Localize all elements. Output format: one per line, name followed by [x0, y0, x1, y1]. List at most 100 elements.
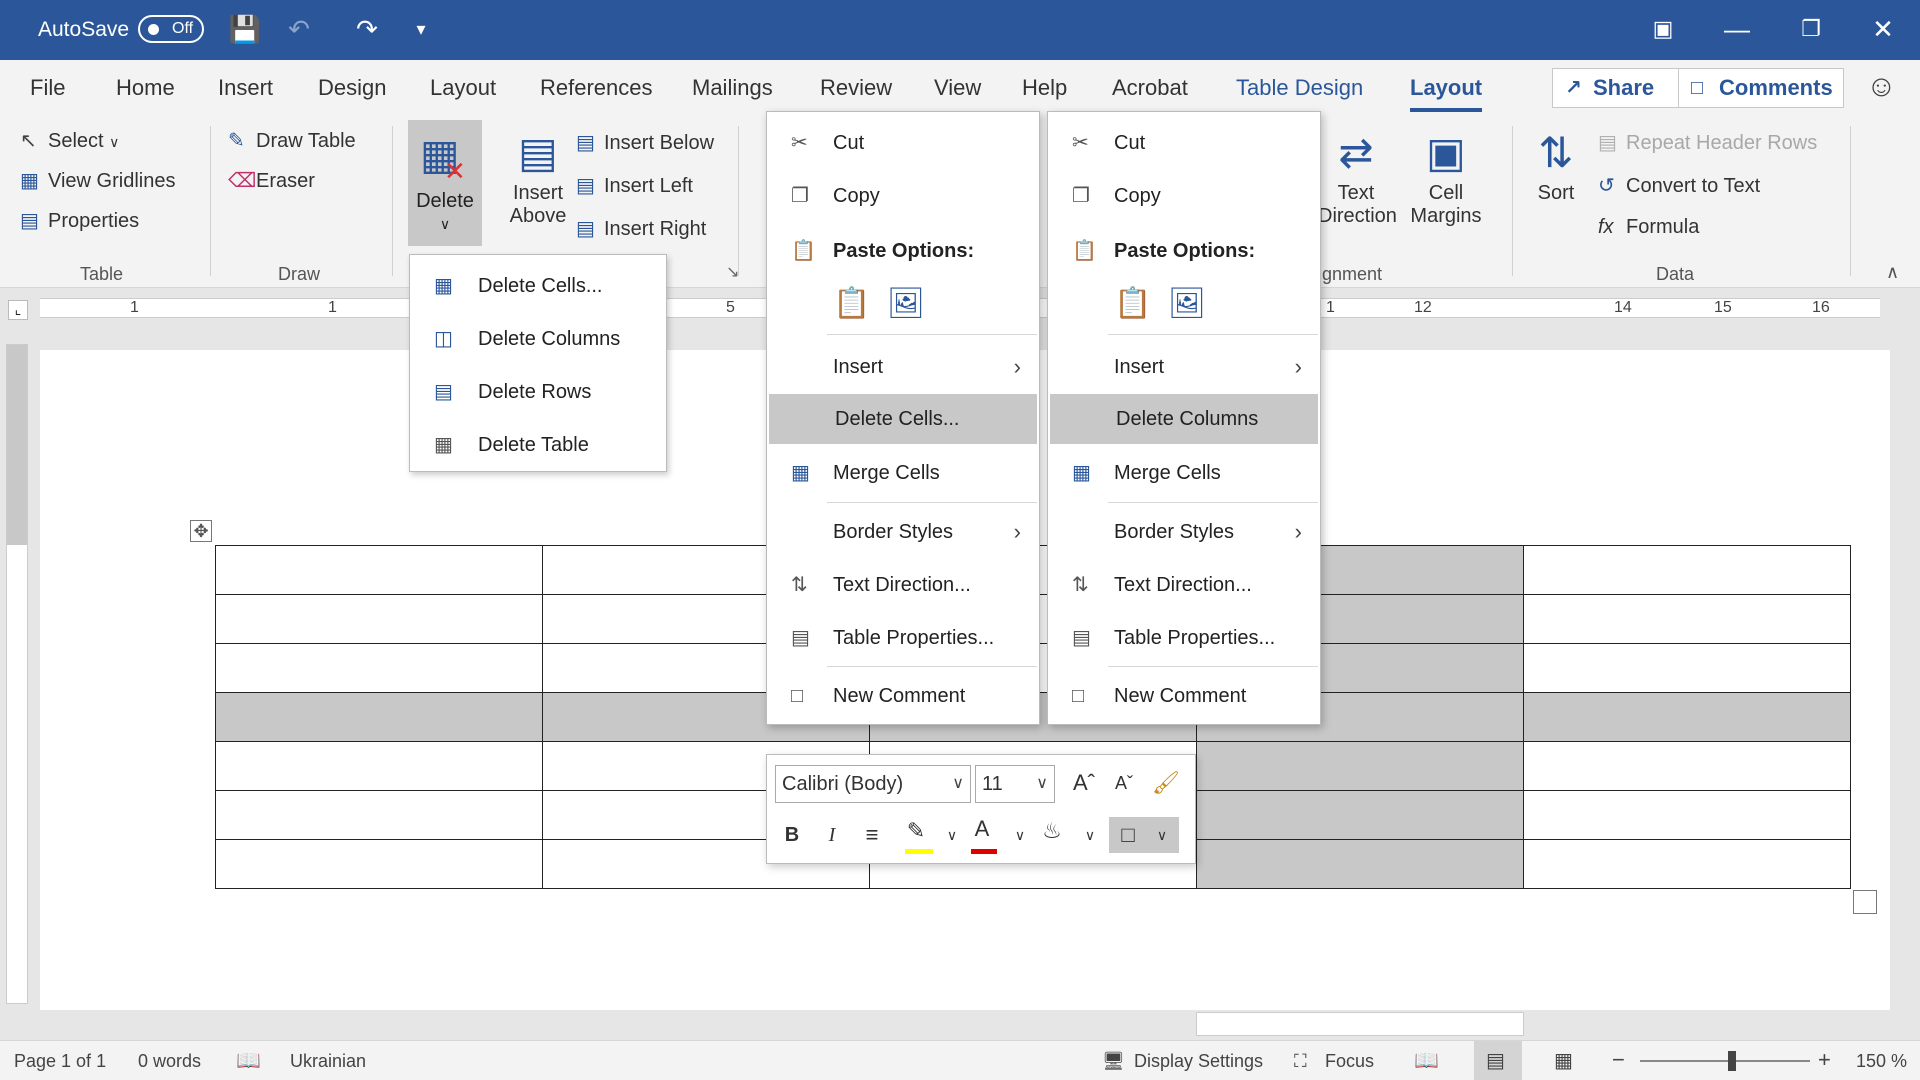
tab-selector[interactable]: ⌞ [8, 300, 28, 320]
table-cell[interactable] [1196, 790, 1524, 840]
properties-button[interactable]: ▤ Properties [20, 208, 139, 233]
delete-cells-item[interactable]: ▦ Delete Cells... [410, 260, 666, 312]
web-layout-icon[interactable]: ▦ [1554, 1048, 1573, 1073]
table-cell[interactable] [1523, 594, 1851, 644]
formula-button[interactable]: fx Formula [1598, 216, 1699, 239]
tab-review[interactable]: Review [820, 75, 892, 101]
word-count[interactable]: 0 words [138, 1051, 201, 1072]
table-cell[interactable] [1196, 741, 1524, 791]
dialog-launcher-icon[interactable]: ↘ [726, 262, 739, 282]
tab-table-layout[interactable]: Layout [1410, 75, 1482, 101]
border-styles-item[interactable]: Border Styles › [1048, 507, 1320, 557]
tab-mailings[interactable]: Mailings [692, 75, 773, 101]
merge-cells-item[interactable]: ▦ Merge Cells [1048, 448, 1320, 498]
zoom-slider-track[interactable] [1640, 1060, 1810, 1062]
table-cell[interactable] [1523, 741, 1851, 791]
table-properties-item[interactable]: ▤ Table Properties... [1048, 613, 1320, 663]
new-comment-item[interactable]: □ New Comment [767, 671, 1039, 721]
horizontal-scrollbar[interactable] [1196, 1012, 1524, 1036]
insert-below-button[interactable]: ▤ Insert Below [576, 130, 714, 155]
table-cell[interactable] [215, 643, 543, 693]
focus-button[interactable]: Focus [1325, 1051, 1374, 1072]
eraser-button[interactable]: ⌫Eraser [228, 168, 315, 193]
delete-table-item[interactable]: ▦ Delete Table [410, 419, 666, 471]
insert-right-button[interactable]: ▤ Insert Right [576, 216, 706, 241]
share-button[interactable]: ↗ Share [1552, 68, 1680, 108]
tab-file[interactable]: File [30, 75, 65, 101]
shading-icon[interactable]: ♨ [1035, 813, 1069, 849]
cut-item[interactable]: ✂ Cut [767, 118, 1039, 168]
customize-icon[interactable]: ▾ [404, 12, 438, 46]
tab-references[interactable]: References [540, 75, 653, 101]
insert-above-button[interactable]: ▤ Insert Above [500, 128, 576, 228]
format-painter-icon[interactable]: 🖌 [1149, 765, 1183, 801]
font-name-select[interactable]: Calibri (Body) ∨ [775, 765, 971, 803]
tab-view[interactable]: View [934, 75, 981, 101]
paste-keep-format-icon[interactable]: 📋 [833, 284, 871, 324]
table-resize-handle[interactable] [1853, 890, 1877, 914]
table-cell[interactable] [1523, 839, 1851, 889]
font-size-select[interactable]: 11 ∨ [975, 765, 1055, 803]
chevron-down-icon[interactable]: ∨ [1073, 817, 1107, 853]
table-cell[interactable] [215, 839, 543, 889]
sort-button[interactable]: ⇅ Sort [1524, 128, 1588, 205]
delete-rows-item[interactable]: ▤ Delete Rows [410, 366, 666, 418]
tab-table-design[interactable]: Table Design [1236, 75, 1363, 101]
delete-button[interactable]: ▦ ✕ Delete ∨ [408, 120, 482, 246]
shrink-font-icon[interactable]: Aˇ [1107, 765, 1141, 801]
restore-icon[interactable]: ❐ [1794, 12, 1828, 46]
view-gridlines-button[interactable]: ▦ View Gridlines [20, 168, 175, 193]
ribbon-display-icon[interactable]: ▣ [1646, 12, 1680, 46]
chevron-down-icon[interactable]: ∨ [1003, 817, 1037, 853]
print-layout-icon[interactable]: ▤ [1486, 1048, 1505, 1073]
delete-columns-item[interactable]: Delete Columns [1050, 394, 1318, 444]
page-count[interactable]: Page 1 of 1 [14, 1051, 106, 1072]
tab-design[interactable]: Design [318, 75, 386, 101]
chevron-down-icon[interactable]: ∨ [935, 817, 969, 853]
language[interactable]: Ukrainian [290, 1051, 366, 1072]
read-mode-icon[interactable]: 📖 [1414, 1048, 1439, 1073]
tab-help[interactable]: Help [1022, 75, 1067, 101]
table-cell[interactable] [215, 692, 543, 742]
feedback-smiley-icon[interactable]: ☺ [1866, 70, 1897, 104]
table-properties-item[interactable]: ▤ Table Properties... [767, 613, 1039, 663]
text-direction-item[interactable]: ⇅ Text Direction... [767, 560, 1039, 610]
table-cell[interactable] [1523, 545, 1851, 595]
close-icon[interactable]: ✕ [1866, 12, 1900, 46]
tab-acrobat[interactable]: Acrobat [1112, 75, 1188, 101]
proofing-book-icon[interactable]: 📖 [236, 1048, 261, 1073]
zoom-level[interactable]: 150 % [1856, 1051, 1907, 1072]
font-color-icon[interactable]: A [965, 811, 999, 847]
delete-columns-item[interactable]: ◫ Delete Columns [410, 313, 666, 365]
draw-table-button[interactable]: ✎ Draw Table [228, 128, 356, 153]
delete-cells-item[interactable]: Delete Cells... [769, 394, 1037, 444]
tab-layout[interactable]: Layout [430, 75, 496, 101]
insert-left-button[interactable]: ▤ Insert Left [576, 173, 693, 198]
cell-margins-button[interactable]: ▣ Cell Margins [1408, 128, 1484, 228]
convert-to-text-button[interactable]: ↺ Convert to Text [1598, 173, 1760, 198]
merge-cells-item[interactable]: ▦ Merge Cells [767, 448, 1039, 498]
collapse-ribbon-icon[interactable]: ∧ [1886, 262, 1899, 283]
zoom-in-button[interactable]: + [1818, 1047, 1831, 1073]
table-cell[interactable] [1523, 643, 1851, 693]
tab-home[interactable]: Home [116, 75, 175, 101]
minimize-icon[interactable]: — [1720, 12, 1754, 46]
paste-picture-icon[interactable]: 🖼 [887, 284, 925, 324]
new-comment-item[interactable]: □ New Comment [1048, 671, 1320, 721]
redo-icon[interactable]: ↷ [350, 12, 384, 46]
display-settings[interactable]: Display Settings [1134, 1051, 1263, 1072]
bold-button[interactable]: B [775, 817, 809, 853]
table-cell[interactable] [1523, 692, 1851, 742]
paste-picture-icon[interactable]: 🖼 [1168, 284, 1206, 324]
zoom-out-button[interactable]: − [1612, 1047, 1625, 1073]
table-cell[interactable] [215, 790, 543, 840]
table-cell[interactable] [215, 741, 543, 791]
border-styles-item[interactable]: Border Styles › [767, 507, 1039, 557]
copy-item[interactable]: ❐ Copy [1048, 171, 1320, 221]
tab-insert[interactable]: Insert [218, 75, 273, 101]
table-cell[interactable] [215, 545, 543, 595]
table-cell[interactable] [215, 594, 543, 644]
save-icon[interactable]: 💾 [228, 12, 262, 46]
insert-item[interactable]: Insert › [767, 342, 1039, 392]
select-button[interactable]: ↖ Select ∨ [20, 128, 119, 153]
